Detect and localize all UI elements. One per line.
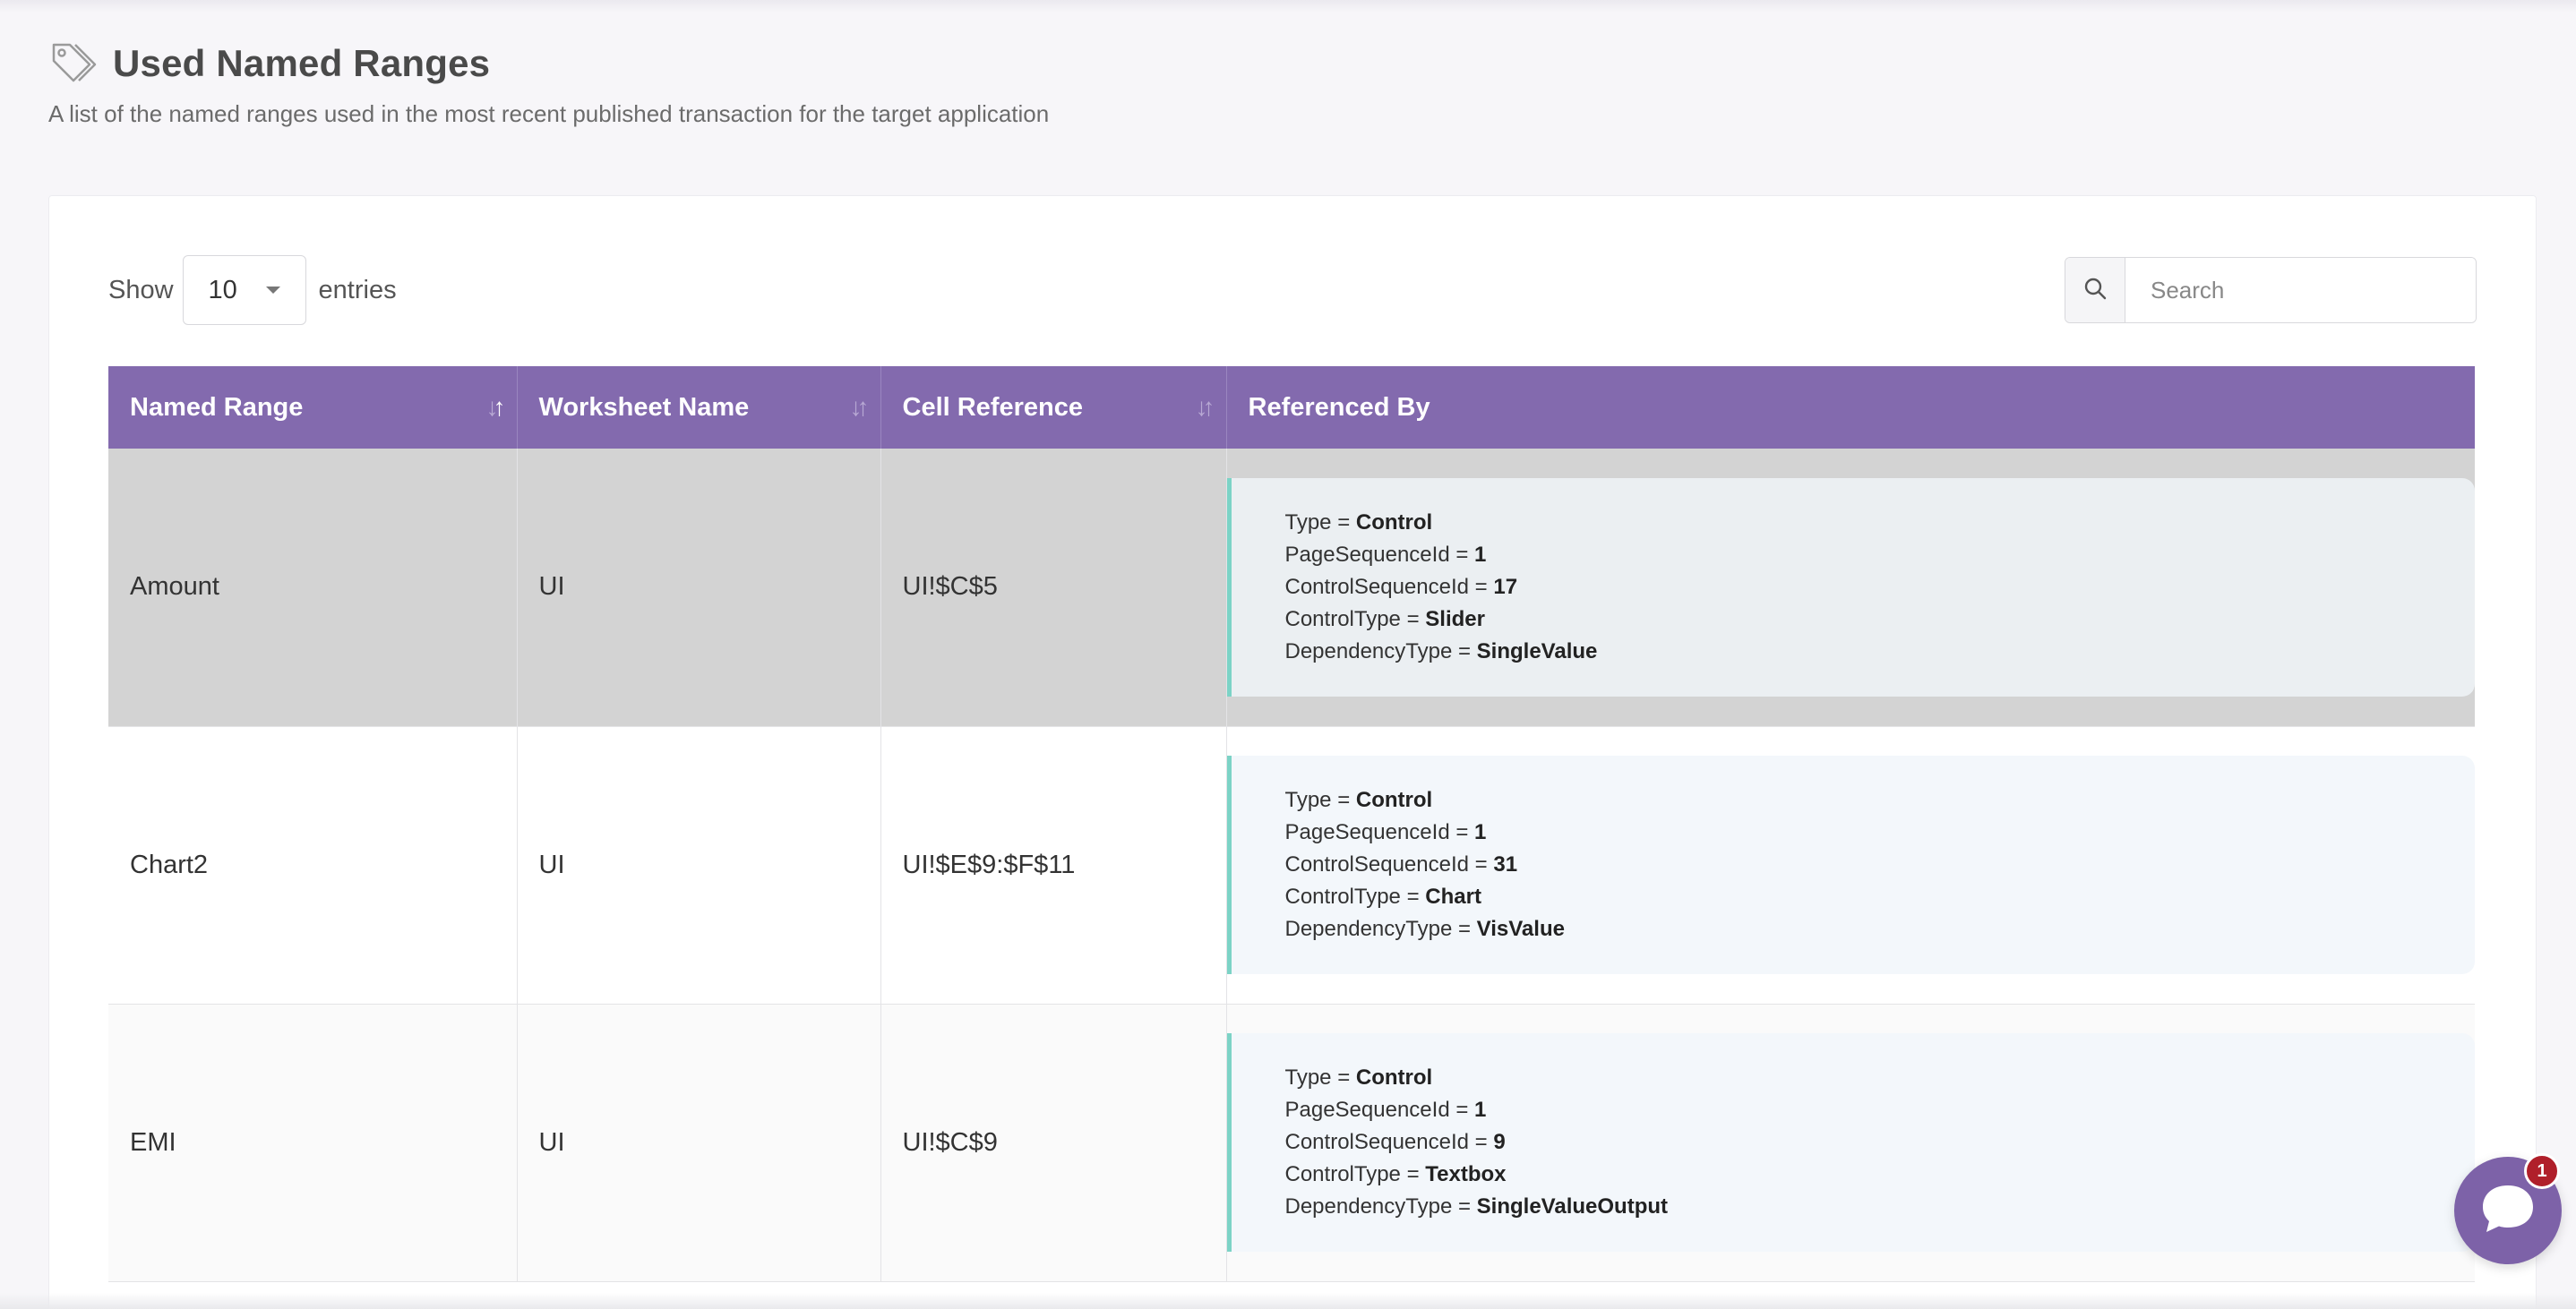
title-row: Used Named Ranges — [48, 41, 1049, 86]
cell-cell-reference: UI!$C$5 — [880, 449, 1227, 727]
search-group — [2065, 257, 2477, 323]
cell-cell-reference: UI!$C$9 — [880, 1004, 1227, 1282]
cell-named-range: Chart2 — [108, 726, 518, 1005]
caret-down-icon — [265, 287, 280, 294]
search-input[interactable] — [2125, 258, 2476, 322]
cell-referenced-by: Type = Control PageSequenceId = 1 Contro… — [1226, 449, 2475, 727]
reference-line: DependencyType = SingleValueOutput — [1284, 1194, 1669, 1219]
table-row[interactable]: EMI UI UI!$C$9 Type = Control PageSequen… — [108, 1004, 2475, 1282]
reference-line: ControlSequenceId = 17 — [1284, 574, 1518, 599]
reference-line: ControlType = Textbox — [1284, 1162, 1507, 1186]
length-control: Show 10 entries — [108, 255, 397, 325]
reference-line: Type = Control — [1284, 1065, 1433, 1090]
column-header-worksheet-name[interactable]: Worksheet Name ↓↑ — [517, 366, 881, 449]
cell-worksheet-name: UI — [517, 726, 881, 1005]
tags-icon — [48, 41, 100, 86]
cell-named-range: EMI — [108, 1004, 518, 1282]
entries-select-value: 10 — [208, 275, 237, 304]
column-header-referenced-by: Referenced By — [1226, 366, 2475, 449]
cell-worksheet-name: UI — [517, 449, 881, 727]
sort-icon: ↓↑ — [1195, 393, 1215, 421]
show-label: Show — [108, 275, 174, 304]
sort-ascending-icon: ↓↑ — [485, 393, 506, 421]
table-header-row: Named Range ↓↑ Worksheet Name ↓↑ Cell Re… — [108, 366, 2475, 449]
cell-cell-reference: UI!$E$9:$F$11 — [880, 726, 1227, 1005]
column-header-label: Worksheet Name — [538, 392, 750, 422]
top-shadow — [0, 0, 2576, 13]
reference-line: PageSequenceId = 1 — [1284, 542, 1487, 567]
column-header-named-range[interactable]: Named Range ↓↑ — [108, 366, 518, 449]
column-header-label: Cell Reference — [902, 392, 1084, 422]
cell-referenced-by: Type = Control PageSequenceId = 1 Contro… — [1226, 726, 2475, 1005]
search-addon — [2065, 258, 2125, 322]
named-ranges-table: Named Range ↓↑ Worksheet Name ↓↑ Cell Re… — [108, 366, 2475, 1282]
sort-icon: ↓↑ — [849, 393, 870, 421]
reference-line: ControlType = Slider — [1284, 606, 1485, 631]
reference-details: Type = Control PageSequenceId = 1 Contro… — [1226, 477, 2475, 697]
cell-worksheet-name: UI — [517, 1004, 881, 1282]
table-row[interactable]: Chart2 UI UI!$E$9:$F$11 Type = Control P… — [108, 726, 2475, 1005]
page-title: Used Named Ranges — [113, 42, 491, 84]
reference-line: Type = Control — [1284, 509, 1433, 535]
reference-line: ControlType = Chart — [1284, 885, 1481, 909]
reference-line: PageSequenceId = 1 — [1284, 1098, 1487, 1122]
reference-line: DependencyType = VisValue — [1284, 917, 1565, 941]
column-header-label: Referenced By — [1248, 392, 1430, 422]
reference-line: ControlSequenceId = 9 — [1284, 1130, 1506, 1154]
bottom-fade — [0, 1293, 2576, 1309]
entries-per-page-select[interactable]: 10 — [182, 255, 306, 325]
reference-details: Type = Control PageSequenceId = 1 Contro… — [1226, 756, 2475, 974]
column-header-label: Named Range — [130, 392, 304, 422]
column-header-cell-reference[interactable]: Cell Reference ↓↑ — [880, 366, 1227, 449]
chat-bubble-icon — [2477, 1180, 2538, 1242]
reference-line: DependencyType = SingleValue — [1284, 638, 1598, 663]
reference-line: PageSequenceId = 1 — [1284, 820, 1487, 844]
reference-line: Type = Control — [1284, 788, 1433, 812]
entries-label: entries — [318, 275, 397, 304]
reference-details: Type = Control PageSequenceId = 1 Contro… — [1226, 1033, 2475, 1252]
page-subtitle: A list of the named ranges used in the m… — [48, 100, 1050, 127]
reference-line: ControlSequenceId = 31 — [1284, 852, 1518, 877]
search-icon — [2082, 276, 2108, 305]
cell-named-range: Amount — [108, 449, 518, 727]
notification-badge: 1 — [2524, 1153, 2560, 1189]
table-row[interactable]: Amount UI UI!$C$5 Type = Control PageSeq… — [108, 449, 2475, 727]
page: Used Named Ranges A list of the named ra… — [0, 0, 2576, 1309]
cell-referenced-by: Type = Control PageSequenceId = 1 Contro… — [1226, 1004, 2475, 1282]
table-card: Show 10 entries Search Named Range ↓↑ Wo… — [48, 195, 2537, 1309]
page-header: Used Named Ranges A list of the named ra… — [48, 41, 1049, 128]
